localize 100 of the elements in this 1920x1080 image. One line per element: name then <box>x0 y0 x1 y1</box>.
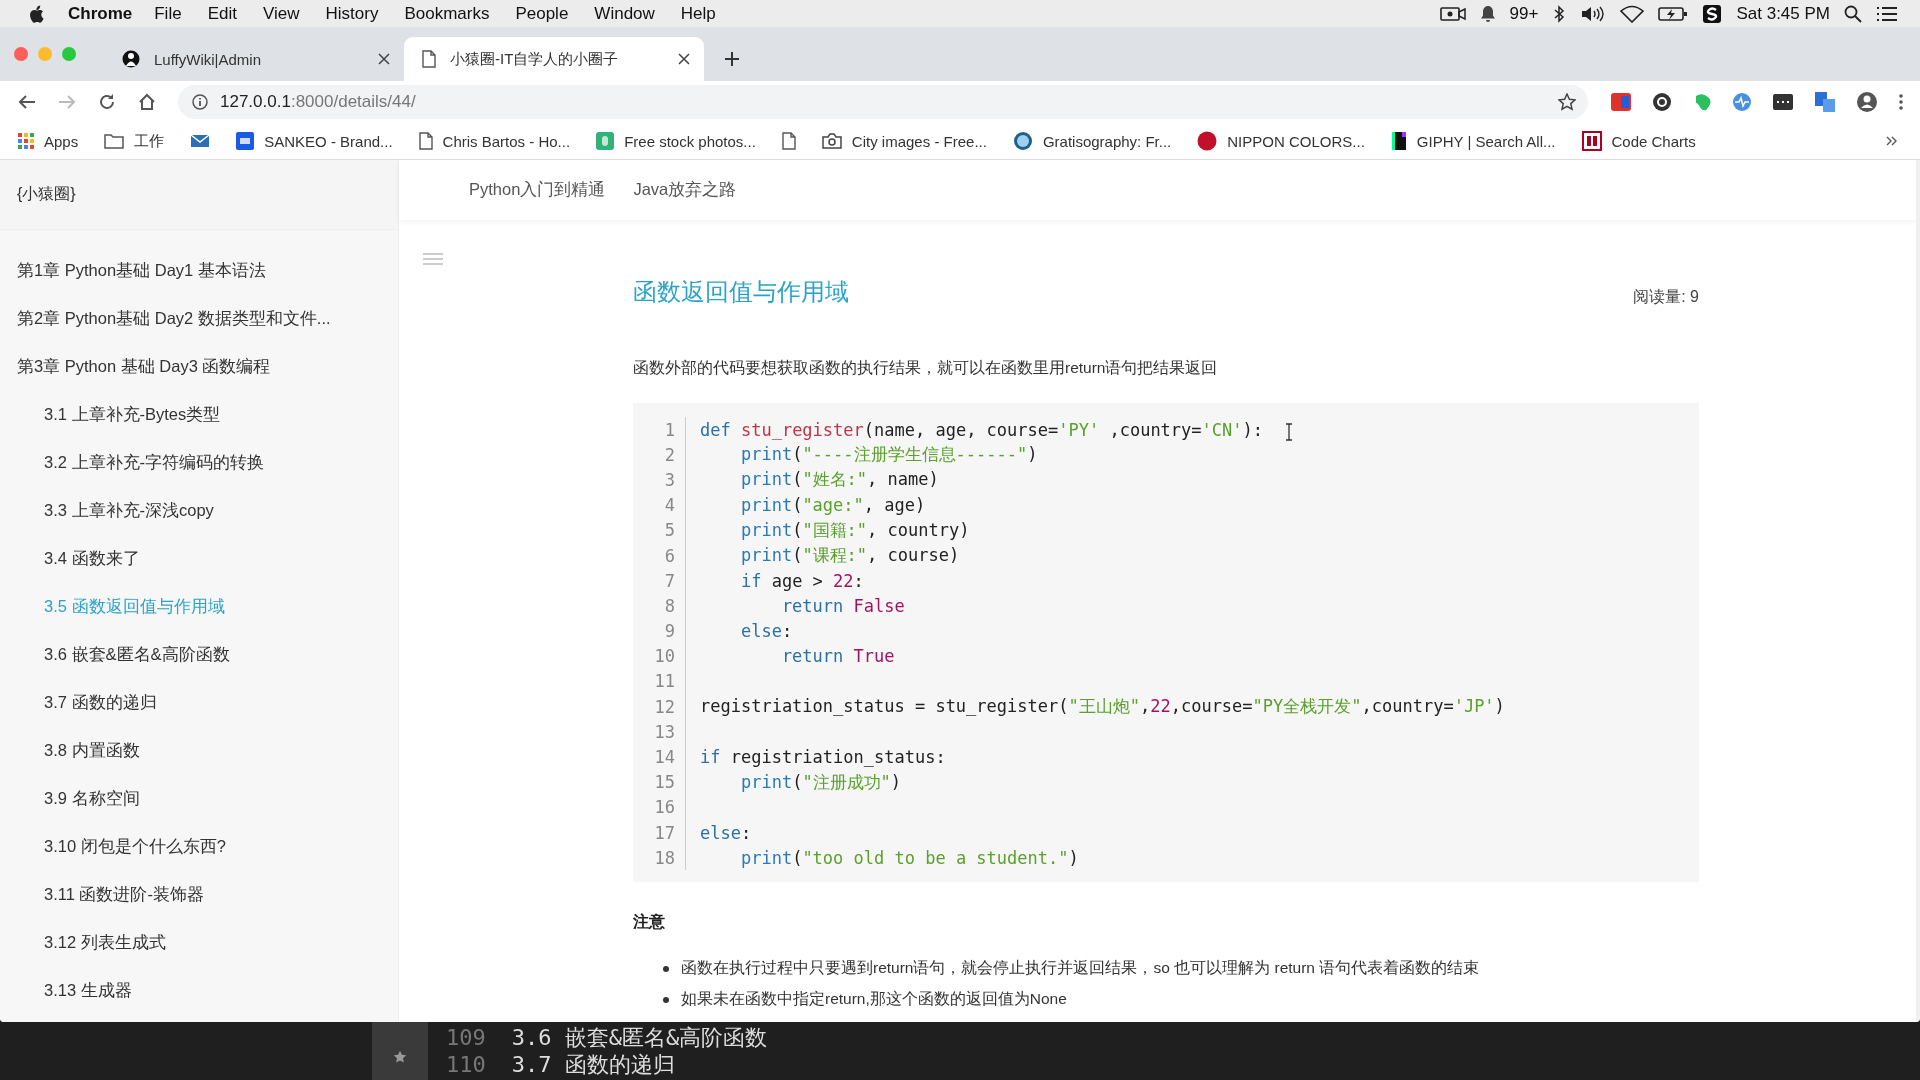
chevron-icon[interactable] <box>1886 135 1898 147</box>
back-arrow-icon[interactable] <box>18 94 36 110</box>
line-number: 7 <box>633 568 686 594</box>
bookmark[interactable] <box>781 132 796 150</box>
section-link[interactable]: 3.3 上章补充-深浅copy <box>0 487 398 535</box>
s-logo-icon[interactable] <box>1702 3 1723 24</box>
extension-icon[interactable] <box>1610 92 1632 112</box>
reload-icon[interactable] <box>98 93 116 111</box>
square-icon <box>236 132 255 150</box>
bell-icon[interactable] <box>1479 4 1496 23</box>
chapter-link[interactable]: 第3章 Python 基础 Day3 函数编程 <box>0 343 398 391</box>
more-icon[interactable] <box>1898 93 1904 111</box>
page-icon <box>422 50 436 68</box>
line-number: 17 <box>633 820 686 846</box>
code-line: return False <box>780 595 905 616</box>
star-icon[interactable] <box>393 1050 407 1064</box>
menu-item[interactable]: People <box>515 3 569 24</box>
address-bar[interactable]: 127.0.0.1:8000/details/44/ <box>178 85 1588 119</box>
list-item: 如果未在函数中指定return,那这个函数的返回值为None <box>681 989 1067 1010</box>
bookmark[interactable]: Chris Bartos - Ho... <box>418 132 571 150</box>
bullet-icon <box>663 996 669 1003</box>
apple-icon[interactable] <box>28 4 44 23</box>
code-line: print("too old to be a student.") <box>739 847 1079 868</box>
line-number: 5 <box>633 517 686 543</box>
menu-icon[interactable] <box>1876 5 1898 22</box>
line-number: 10 <box>633 643 686 669</box>
star-icon[interactable] <box>1558 93 1576 111</box>
bluetooth-icon[interactable] <box>1552 4 1567 23</box>
folder-icon <box>104 133 125 149</box>
camera-icon[interactable] <box>1439 5 1466 22</box>
nav-link[interactable]: Java放弃之路 <box>633 179 737 201</box>
line-number: 2 <box>633 442 686 468</box>
extension-icon[interactable] <box>1652 92 1672 112</box>
close-icon[interactable] <box>378 53 390 65</box>
search-icon[interactable] <box>1844 4 1862 23</box>
section-link[interactable]: 3.9 名称空间 <box>0 775 398 823</box>
volume-icon[interactable] <box>1580 4 1607 23</box>
dots-icon[interactable] <box>1772 92 1794 112</box>
menu-item[interactable]: History <box>325 3 379 24</box>
section-link[interactable]: 3.6 嵌套&匿名&高阶函数 <box>0 631 398 679</box>
bullet-icon <box>663 965 669 972</box>
home-icon[interactable] <box>138 93 156 111</box>
translate-icon[interactable] <box>1814 91 1836 113</box>
menu-item[interactable]: Edit <box>207 3 237 24</box>
bookmark[interactable]: Free stock photos... <box>596 132 756 150</box>
bookmark[interactable]: Apps <box>18 132 79 150</box>
line-number: 13 <box>633 719 686 745</box>
view-count: 阅读量: 9 <box>1633 286 1699 307</box>
section-link[interactable]: 3.10 闭包是个什么东西? <box>0 823 398 871</box>
close-icon[interactable] <box>678 53 690 65</box>
section-link[interactable]: 3.13 生成器 <box>0 967 398 1015</box>
line-number: 6 <box>633 542 686 569</box>
line-number: 12 <box>633 694 686 720</box>
code-line: print("姓名:", name) <box>739 469 939 490</box>
bookmark[interactable]: City images - Free... <box>821 132 987 150</box>
menu-item[interactable]: Bookmarks <box>404 3 490 24</box>
battery-icon[interactable] <box>1658 5 1689 22</box>
new-tab-icon[interactable] <box>724 51 740 67</box>
profile-icon[interactable] <box>1856 91 1878 113</box>
section-heading: 注意 <box>633 912 666 933</box>
menu-item[interactable]: Help <box>680 3 716 24</box>
paragraph: 函数外部的代码要想获取函数的执行结果，就可以在函数里用return语句把结果返回 <box>633 358 1219 378</box>
bookmark[interactable]: NIPPON COLORS... <box>1197 131 1365 151</box>
section-link[interactable]: 3.2 上章补充-字符编码的转换 <box>0 439 398 487</box>
menu-item[interactable]: Chrome <box>68 3 133 24</box>
wifi-icon[interactable] <box>1620 4 1645 23</box>
section-link[interactable]: 3.11 函数进阶-装饰器 <box>0 871 398 919</box>
pulse-icon[interactable] <box>1732 92 1752 112</box>
chapter-link[interactable]: 第1章 Python基础 Day1 基本语法 <box>0 247 398 295</box>
browser-tab[interactable]: 小猿圈-IT自学人的小圈子 <box>404 37 704 81</box>
browser-tab[interactable]: LuffyWiki|Admin <box>104 37 404 81</box>
bookmark[interactable]: Gratisography: Fr... <box>1012 131 1172 151</box>
line-number: 110 <box>446 1052 486 1077</box>
section-link[interactable]: 3.7 函数的递归 <box>0 679 398 727</box>
menu-item[interactable]: View <box>262 3 300 24</box>
clock[interactable]: Sat 3:45 PM <box>1736 3 1830 24</box>
chapter-link[interactable]: 第2章 Python基础 Day2 数据类型和文件... <box>0 295 398 343</box>
bookmark[interactable]: GIPHY | Search All... <box>1390 131 1556 151</box>
camera-icon <box>821 133 842 149</box>
line-number: 1 <box>633 417 686 443</box>
code-line: if age > 22: <box>739 570 864 591</box>
menu-item[interactable]: File <box>154 3 182 24</box>
bookmark[interactable]: 工作 <box>104 131 165 151</box>
section-link[interactable]: 3.12 列表生成式 <box>0 919 398 967</box>
list-item: 函数在执行过程中只要遇到return语句，就会停止执行并返回结果，so 也可以理解为 return 语句代表着函数的结束 <box>681 958 1480 979</box>
code-line: 3.7 函数的递归 <box>511 1050 675 1079</box>
bookmark[interactable] <box>190 133 211 149</box>
section-link[interactable]: 3.8 内置函数 <box>0 727 398 775</box>
section-link[interactable]: 3.4 函数来了 <box>0 535 398 583</box>
bookmark[interactable]: Code Charts <box>1581 131 1696 151</box>
nav-link[interactable]: Python入门到精通 <box>469 179 606 201</box>
code-line: print("age:", age) <box>739 495 926 516</box>
menu-item[interactable]: Window <box>594 3 655 24</box>
code-line: 3.6 嵌套&匿名&高阶函数 <box>511 1023 768 1052</box>
article-title: 函数返回值与作用域 <box>633 277 849 307</box>
section-link[interactable]: 3.1 上章补充-Bytes类型 <box>0 391 398 439</box>
line-number: 14 <box>633 744 686 770</box>
bookmark[interactable]: SANKEO - Brand... <box>236 132 393 150</box>
square-icon <box>596 132 615 150</box>
line-number: 11 <box>633 668 686 695</box>
